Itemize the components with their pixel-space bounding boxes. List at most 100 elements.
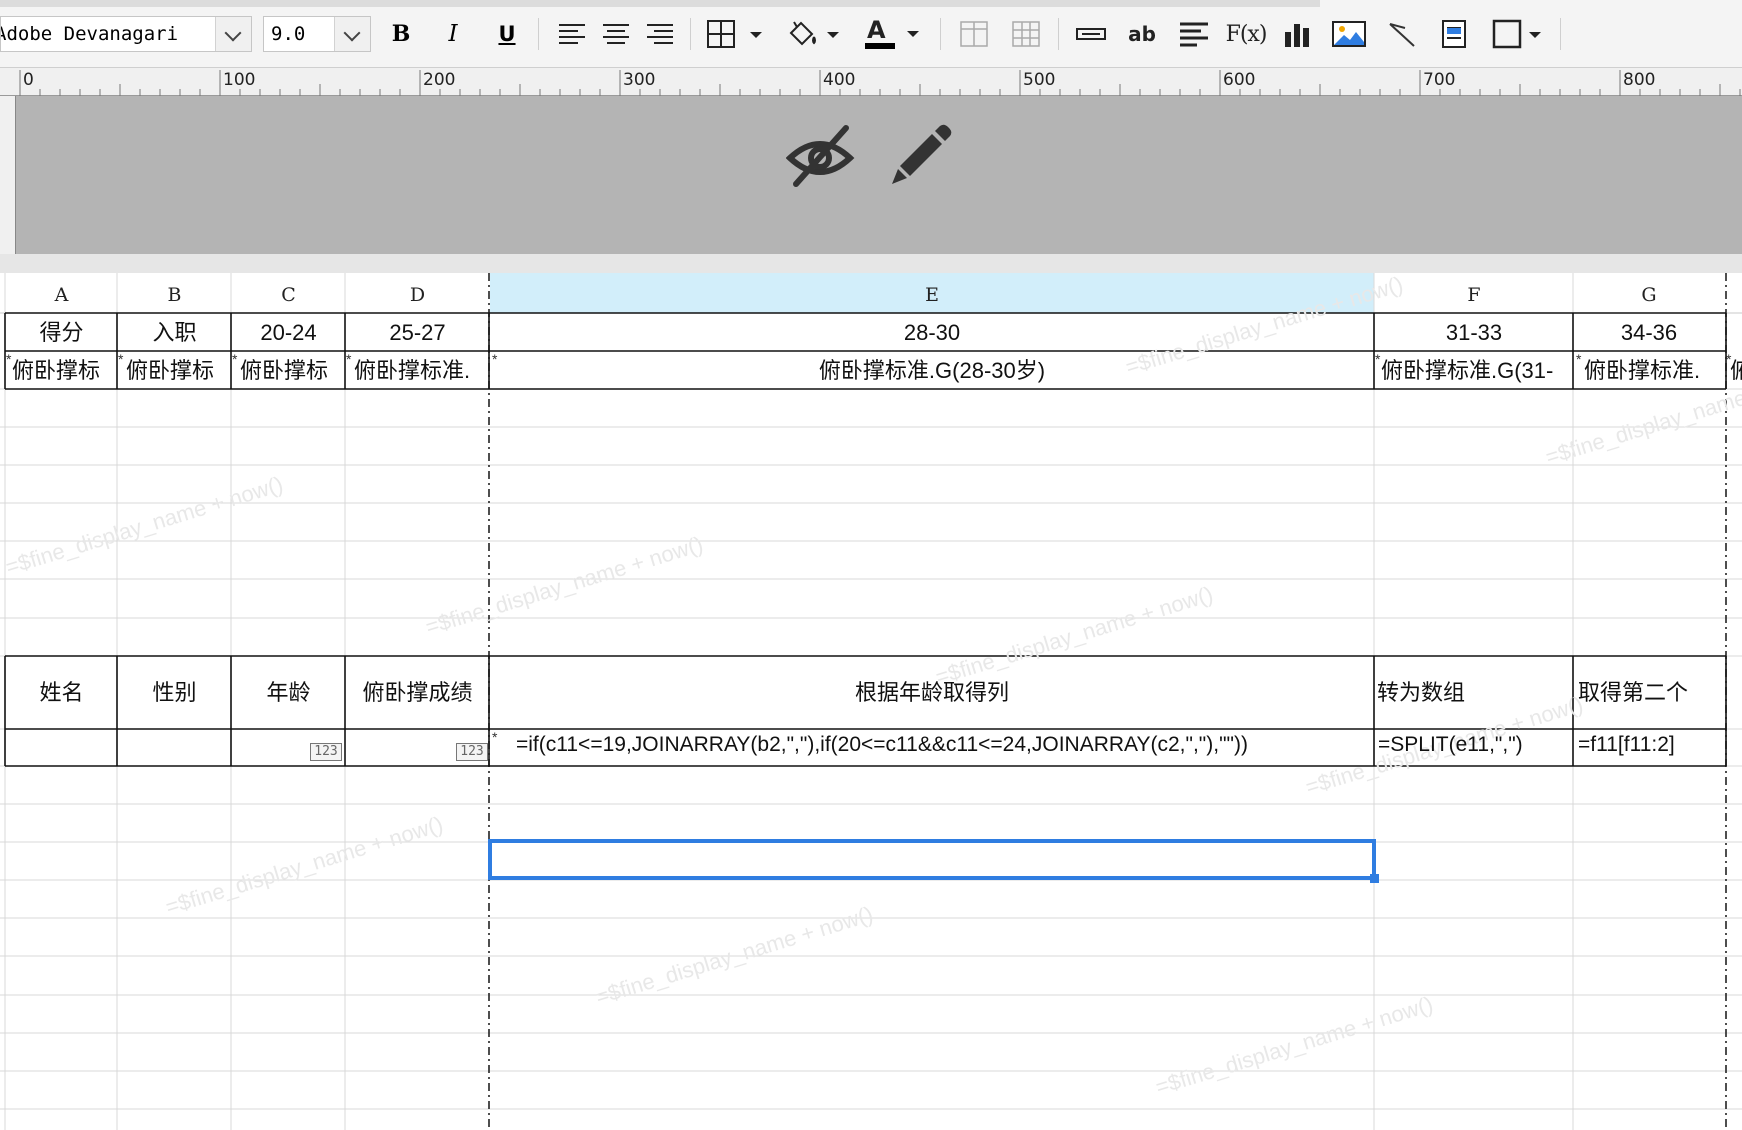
- text-field-button[interactable]: [1074, 14, 1108, 54]
- ruler-label: 200: [423, 70, 456, 90]
- cell-c1[interactable]: 20-24: [232, 314, 345, 351]
- column-header-c[interactable]: C: [232, 273, 345, 313]
- font-size-value: 9.0: [271, 23, 306, 45]
- align-center-icon: [603, 24, 629, 44]
- font-size-dropdown-button[interactable]: [334, 17, 370, 51]
- svg-text:A: A: [867, 16, 886, 44]
- cell-a11[interactable]: [6, 730, 117, 766]
- borders-icon: [707, 20, 762, 48]
- chart-button[interactable]: [1280, 14, 1316, 54]
- align-left-icon: [559, 24, 585, 44]
- border-outline-icon: [1492, 19, 1541, 49]
- cell-d11[interactable]: 123: [346, 730, 489, 766]
- expand-marker-icon: *: [492, 351, 498, 367]
- selected-cell-e14[interactable]: [488, 839, 1379, 883]
- cell-d10[interactable]: 俯卧撑成绩: [346, 656, 489, 729]
- align-right-button[interactable]: [642, 14, 678, 54]
- cell-g1[interactable]: 34-36: [1574, 314, 1724, 351]
- cell-d2[interactable]: 俯卧撑标准.: [354, 352, 489, 389]
- font-size-select[interactable]: 9.0: [263, 16, 371, 52]
- paragraph-button[interactable]: [1176, 14, 1212, 54]
- cell-f11[interactable]: =SPLIT(e11,","): [1378, 730, 1572, 766]
- bold-icon: B: [391, 21, 411, 47]
- fill-handle[interactable]: [1370, 874, 1379, 883]
- formula-fx-icon: F(x): [1225, 21, 1268, 47]
- paragraph-icon: [1180, 22, 1208, 47]
- expand-marker-icon: *: [346, 351, 352, 367]
- split-cells-button[interactable]: [1008, 14, 1044, 54]
- align-right-icon: [647, 24, 673, 44]
- column-header-b[interactable]: B: [118, 273, 231, 313]
- column-header-g[interactable]: G: [1574, 273, 1724, 313]
- merge-cells-button[interactable]: [956, 14, 992, 54]
- cell-c10[interactable]: 年龄: [232, 656, 345, 729]
- cell-f1[interactable]: 31-33: [1375, 314, 1573, 351]
- cell-e2[interactable]: 俯卧撑标准.G(28-30岁): [490, 352, 1374, 389]
- cell-e11[interactable]: =if(c11<=19,JOINARRAY(b2,","),if(20<=c11…: [516, 730, 1372, 766]
- expand-marker-icon: *: [118, 351, 124, 367]
- chevron-down-icon: [343, 24, 361, 42]
- expand-marker-icon: *: [6, 351, 12, 367]
- cell-a1[interactable]: 得分: [6, 314, 117, 351]
- underline-button[interactable]: U: [490, 14, 524, 54]
- cell-g10[interactable]: 取得第二个: [1578, 656, 1724, 729]
- font-color-button[interactable]: A: [862, 14, 926, 54]
- font-family-dropdown-button[interactable]: [215, 17, 251, 51]
- italic-button[interactable]: I: [438, 14, 468, 54]
- bold-button[interactable]: B: [386, 14, 416, 54]
- borders-button[interactable]: [704, 14, 766, 54]
- column-header-f[interactable]: F: [1375, 273, 1573, 313]
- toolbar-separator: [690, 18, 691, 50]
- cell-e1[interactable]: 28-30: [490, 314, 1374, 351]
- expand-marker-icon: *: [1375, 351, 1381, 367]
- toolbar-separator: [1058, 18, 1059, 50]
- text-field-icon: [1076, 28, 1106, 40]
- cell-g11[interactable]: =f11[f11:2]: [1578, 730, 1724, 766]
- ruler-label: 100: [223, 70, 256, 90]
- text-button[interactable]: ab: [1124, 14, 1160, 54]
- formula-button[interactable]: F(x): [1225, 14, 1268, 54]
- slash-button[interactable]: [1384, 14, 1420, 54]
- cell-b2[interactable]: 俯卧撑标: [126, 352, 231, 389]
- ruler-label: 500: [1023, 70, 1056, 90]
- ruler-label: 800: [1623, 70, 1656, 90]
- pencil-icon[interactable]: [886, 120, 956, 190]
- font-family-select[interactable]: Adobe Devanagari: [0, 16, 252, 52]
- ruler-label: 600: [1223, 70, 1256, 90]
- paint-bucket-icon: [789, 21, 839, 46]
- eye-slash-icon[interactable]: [786, 122, 856, 192]
- cell-g2[interactable]: 俯卧撑标准.: [1584, 352, 1724, 389]
- cell-c2[interactable]: 俯卧撑标: [240, 352, 345, 389]
- header-area-bottom-strip: [0, 254, 1742, 273]
- cell-a10[interactable]: 姓名: [6, 656, 117, 729]
- slash-line-icon: [1389, 23, 1415, 47]
- cell-b10[interactable]: 性别: [118, 656, 231, 729]
- column-header-a[interactable]: A: [6, 273, 117, 313]
- expand-marker-icon: *: [1576, 351, 1582, 367]
- sub-report-icon: [1442, 20, 1466, 48]
- cell-border-style-button[interactable]: [1490, 14, 1546, 54]
- cell-e10[interactable]: 根据年龄取得列: [490, 656, 1374, 729]
- align-center-button[interactable]: [598, 14, 634, 54]
- cell-b11[interactable]: [118, 730, 231, 766]
- cell-a2[interactable]: 俯卧撑标: [12, 352, 117, 389]
- column-header-e[interactable]: E: [490, 273, 1374, 313]
- column-header-d[interactable]: D: [346, 273, 489, 313]
- report-designer: Adobe Devanagari 9.0 B I U A ab F(x) 0 1…: [0, 0, 1742, 1130]
- insert-image-button[interactable]: [1330, 14, 1368, 54]
- ruler-label: 0: [23, 70, 34, 90]
- expand-marker-icon: *: [1726, 351, 1732, 367]
- cell-d1[interactable]: 25-27: [346, 314, 489, 351]
- split-cells-icon: [1012, 21, 1040, 47]
- text-ab-icon: ab: [1128, 22, 1156, 46]
- underline-icon: U: [498, 22, 516, 46]
- sub-report-button[interactable]: [1436, 14, 1472, 54]
- fill-color-button[interactable]: [784, 14, 846, 54]
- cell-f10[interactable]: 转为数组: [1377, 656, 1573, 729]
- cell-f2[interactable]: 俯卧撑标准.G(31-: [1381, 352, 1573, 389]
- cell-c11[interactable]: 123: [232, 730, 345, 766]
- cell-h2[interactable]: 俯: [1730, 352, 1742, 389]
- italic-icon: I: [448, 21, 458, 47]
- cell-b1[interactable]: 入职: [118, 314, 231, 351]
- align-left-button[interactable]: [554, 14, 590, 54]
